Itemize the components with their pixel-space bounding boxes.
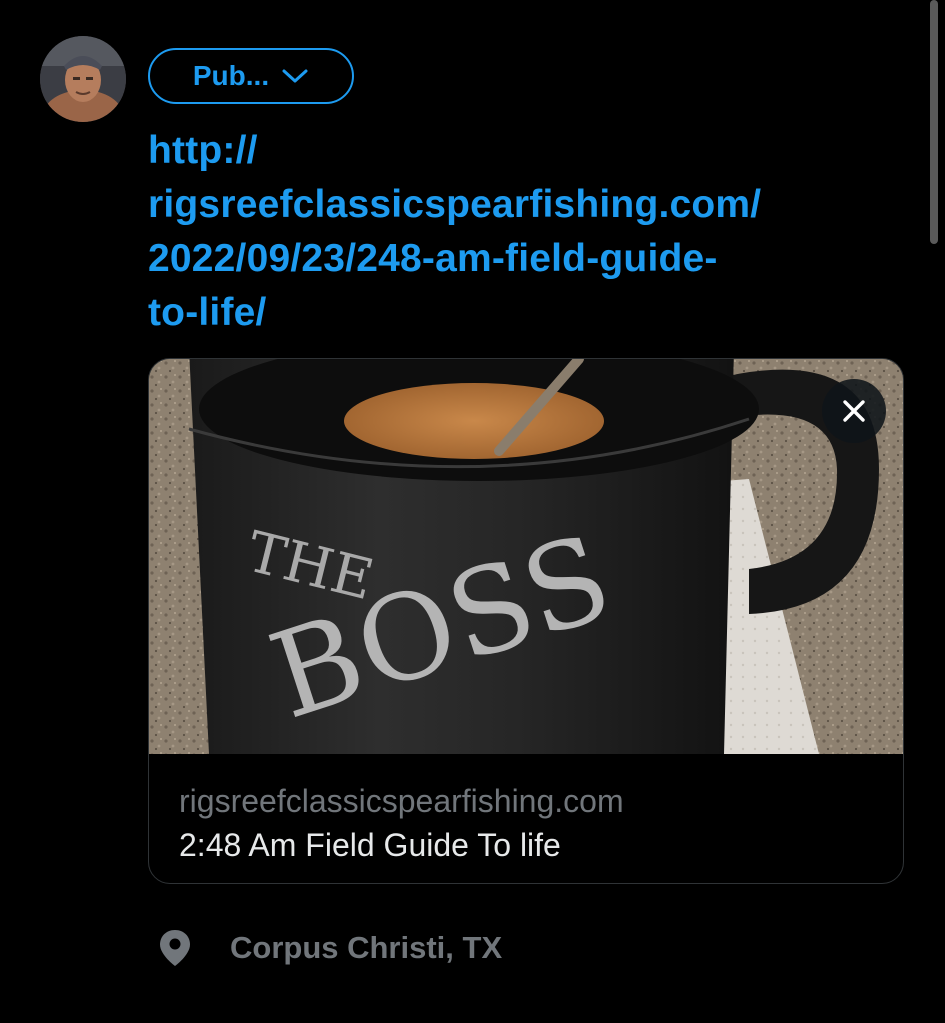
tweet-composer-screen: Pub... http:// rigsreefclassicspearfishi… — [0, 0, 945, 1023]
tweet-text-link[interactable]: http:// rigsreefclassicspearfishing.com/… — [148, 124, 908, 340]
avatar-image — [40, 36, 126, 122]
close-icon — [843, 400, 865, 422]
link-line-4: to-life/ — [148, 291, 267, 334]
link-preview-title: 2:48 Am Field Guide To life — [179, 827, 561, 863]
location-tag[interactable]: Corpus Christi, TX — [158, 926, 502, 970]
link-line-1: http:// — [148, 129, 258, 172]
chevron-down-icon — [282, 69, 308, 83]
location-label: Corpus Christi, TX — [230, 930, 503, 965]
link-preview-card[interactable]: THE BOSS rigsreefclassicspearfishing.com… — [148, 358, 904, 884]
coffee-mug-photo: THE BOSS — [149, 359, 903, 754]
link-preview-domain: rigsreefclassicspearfishing.com — [179, 783, 624, 819]
link-line-3: 2022/09/23/248-am-field-guide- — [148, 237, 718, 280]
remove-link-preview-button[interactable] — [822, 379, 886, 443]
audience-selector-button[interactable]: Pub... — [148, 48, 354, 104]
avatar[interactable] — [40, 36, 126, 122]
link-preview-image: THE BOSS — [149, 359, 903, 754]
audience-label: Pub... — [192, 60, 270, 91]
link-line-2: rigsreefclassicspearfishing.com/ — [148, 183, 762, 226]
scrollbar[interactable] — [930, 0, 938, 244]
link-preview-meta: rigsreefclassicspearfishing.com 2:48 Am … — [179, 779, 879, 867]
location-pin-icon — [160, 930, 190, 966]
